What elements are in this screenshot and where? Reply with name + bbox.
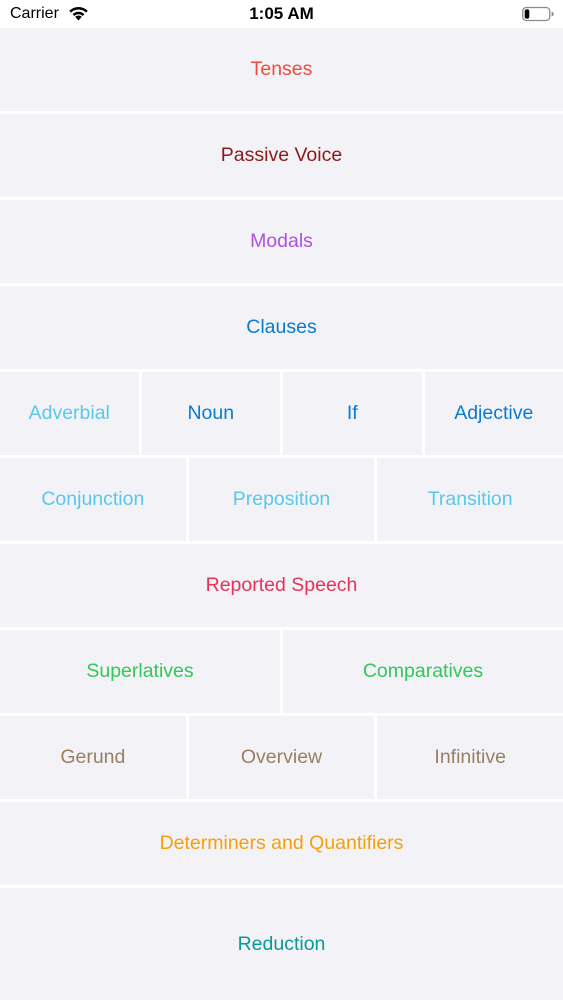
topic-button-comparatives[interactable]: Comparatives <box>283 630 563 713</box>
topic-row: Tenses <box>0 28 563 111</box>
topic-row: Determiners and Quantifiers <box>0 802 563 885</box>
topic-button-modals[interactable]: Modals <box>0 200 563 283</box>
topic-row: Reduction <box>0 888 563 1000</box>
topic-row: Gerund Overview Infinitive <box>0 716 563 799</box>
topic-button-preposition[interactable]: Preposition <box>188 458 375 541</box>
topic-button-if[interactable]: If <box>283 372 422 455</box>
topic-row: Conjunction Preposition Transition <box>0 458 563 541</box>
topic-row: Superlatives Comparatives <box>0 630 563 713</box>
topic-button-reported-speech[interactable]: Reported Speech <box>0 544 563 627</box>
topic-button-passive-voice[interactable]: Passive Voice <box>0 114 563 197</box>
topic-row: Modals <box>0 200 563 283</box>
topic-button-reduction[interactable]: Reduction <box>0 888 563 1000</box>
topic-button-conjunction[interactable]: Conjunction <box>0 458 186 541</box>
topic-button-gerund[interactable]: Gerund <box>0 716 186 799</box>
topic-button-adverbial[interactable]: Adverbial <box>0 372 139 455</box>
topic-button-overview[interactable]: Overview <box>188 716 375 799</box>
topic-row: Reported Speech <box>0 544 563 627</box>
topic-button-clauses[interactable]: Clauses <box>0 286 563 369</box>
topic-button-tenses[interactable]: Tenses <box>0 28 563 111</box>
topic-button-noun[interactable]: Noun <box>141 372 280 455</box>
topic-button-infinitive[interactable]: Infinitive <box>377 716 563 799</box>
status-bar: Carrier 1:05 AM <box>0 0 563 28</box>
topic-grid: Tenses Passive Voice Modals Clauses Adverbia… <box>0 28 563 1000</box>
topic-row: Clauses <box>0 286 563 369</box>
topic-row: Passive Voice <box>0 114 563 197</box>
topic-button-transition[interactable]: Transition <box>377 458 563 541</box>
topic-row: Adverbial Noun If Adjective <box>0 372 563 455</box>
status-time: 1:05 AM <box>249 4 314 23</box>
topic-button-superlatives[interactable]: Superlatives <box>0 630 280 713</box>
topic-button-determiners-and-quantifiers[interactable]: Determiners and Quantifiers <box>0 802 563 885</box>
battery-icon <box>522 6 554 22</box>
topic-button-adjective[interactable]: Adjective <box>424 372 563 455</box>
